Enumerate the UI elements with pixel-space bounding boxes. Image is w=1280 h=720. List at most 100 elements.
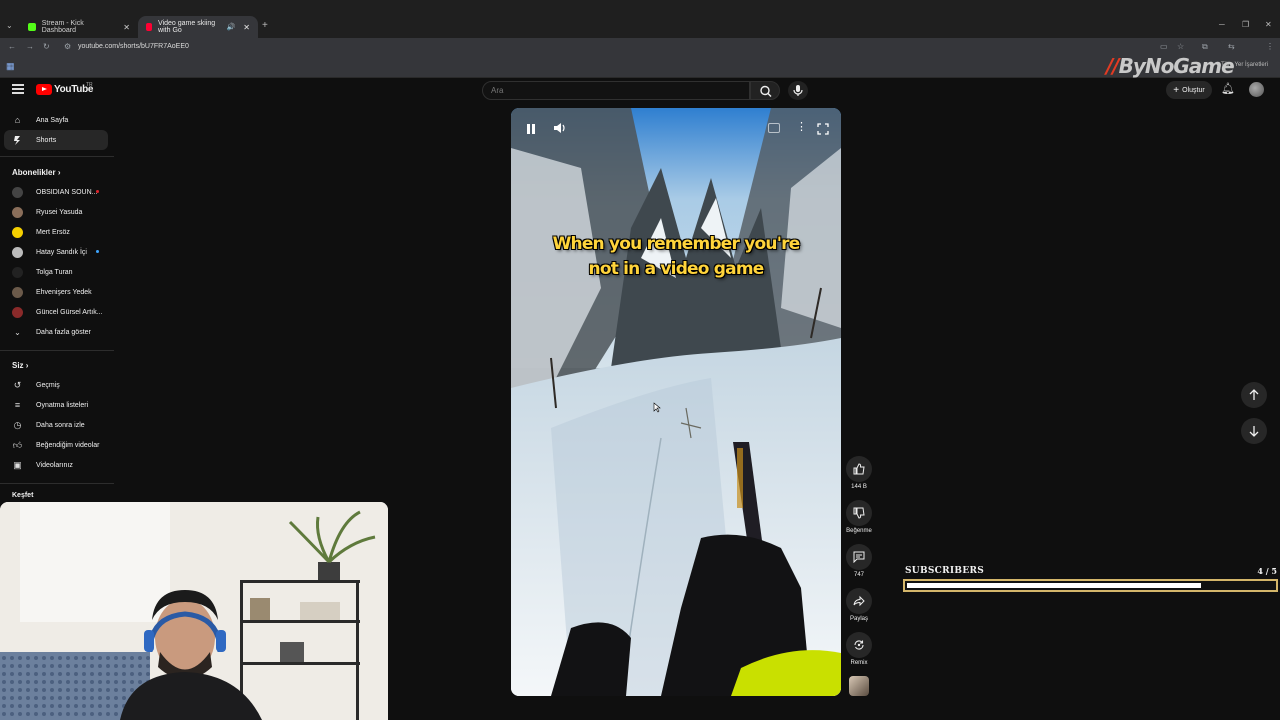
tab-close-icon[interactable]: ✕ xyxy=(123,23,130,32)
comment-icon xyxy=(853,551,865,563)
subscriptions-heading[interactable]: Abonelikler › xyxy=(12,168,60,177)
channel-avatar xyxy=(12,246,23,258)
show-more-button[interactable]: ⌄ Daha fazla göster xyxy=(4,322,108,342)
tab-close-icon[interactable]: ✕ xyxy=(243,23,250,32)
chevron-right-icon: › xyxy=(57,168,61,177)
sidebar-item-channel[interactable]: Ehvenişers Yedek xyxy=(4,282,108,302)
sidebar-item-label: Güncel Gürsel Artık... xyxy=(36,308,103,316)
bookmarks-bar xyxy=(0,58,1280,78)
next-short-button[interactable] xyxy=(1241,418,1267,444)
dislike-button[interactable] xyxy=(846,500,872,526)
subscribers-goal-count: 4 / 5 xyxy=(1257,566,1277,576)
subscribers-goal-label: SUBSCRIBERS xyxy=(905,566,985,576)
bookmark-star-icon[interactable]: ☆ xyxy=(1177,42,1184,51)
sidebar-item-channel[interactable]: Güncel Gürsel Artık... xyxy=(4,302,108,322)
plus-icon: + xyxy=(1173,84,1180,96)
sidebar-item-channel[interactable]: Tolga Turan xyxy=(4,262,108,282)
youtube-favicon-icon xyxy=(146,23,153,31)
sidebar-item-your-videos[interactable]: ▣ Videolarınız xyxy=(4,455,108,475)
microphone-icon xyxy=(793,85,803,96)
thumbs-up-icon: 👍︎ xyxy=(12,439,23,450)
new-tab-button[interactable]: + xyxy=(262,20,268,31)
search-button[interactable] xyxy=(750,81,780,100)
sidebar-item-playlists[interactable]: ≡ Oynatma listeleri xyxy=(4,395,108,415)
playlist-icon: ≡ xyxy=(14,400,21,410)
channel-avatar[interactable] xyxy=(849,676,869,696)
reload-icon[interactable]: ↻ xyxy=(43,42,50,51)
sidebar-item-shorts[interactable]: Shorts xyxy=(4,130,108,150)
shorts-icon xyxy=(12,135,23,146)
sidebar-item-label: Oynatma listeleri xyxy=(36,401,89,409)
dislike-label: Beğenme xyxy=(846,528,872,534)
forward-icon[interactable]: → xyxy=(26,42,34,51)
sidebar-item-channel[interactable]: OBSIDIAN SOUN... xyxy=(4,182,108,202)
profile-icon[interactable]: ⇆ xyxy=(1228,42,1235,51)
webcam-scene xyxy=(0,502,388,720)
ski-scene xyxy=(511,108,841,696)
previous-short-button[interactable] xyxy=(1241,382,1267,408)
sidebar-item-label: Hatay Sandık İçi xyxy=(36,248,87,256)
home-icon: ⌂ xyxy=(14,115,21,125)
voice-search-button[interactable] xyxy=(788,81,808,100)
more-options-icon[interactable]: ⋮ xyxy=(796,120,807,133)
sidebar-item-history[interactable]: ↺ Geçmiş xyxy=(4,375,108,395)
sidebar-item-label: Ana Sayfa xyxy=(36,116,69,124)
sidebar-item-label: Tolga Turan xyxy=(36,268,73,276)
notifications-bell-icon[interactable]: 🔔︎ xyxy=(1221,82,1235,95)
restore-icon[interactable]: ❐ xyxy=(1242,20,1249,29)
sidebar-item-channel[interactable]: Mert Ersöz xyxy=(4,222,108,242)
cast-icon[interactable]: ▭ xyxy=(1160,42,1168,51)
sidebar-item-label: Ehvenişers Yedek xyxy=(36,288,92,296)
extensions-icon[interactable]: ⧉ xyxy=(1202,42,1208,52)
apps-grid-icon[interactable]: ▦ xyxy=(6,61,15,72)
youtube-logo-icon[interactable] xyxy=(36,84,52,95)
browser-tab-kick[interactable]: Stream - Kick Dashboard ✕ xyxy=(20,16,138,38)
channel-avatar xyxy=(12,186,23,198)
sidebar-item-home[interactable]: ⌂ Ana Sayfa xyxy=(4,110,108,130)
short-video-player[interactable]: ⋮ When you remember you're not in a vide… xyxy=(511,108,841,696)
sidebar-item-liked-videos[interactable]: 👍︎ Beğendiğim videolar xyxy=(4,435,108,455)
tab-search-icon[interactable]: ⌄ xyxy=(6,21,13,30)
browser-tab-youtube[interactable]: Video game skiing with Go 🔊 ✕ xyxy=(138,16,258,38)
create-button[interactable]: + Oluştur xyxy=(1166,81,1212,99)
comments-button[interactable] xyxy=(846,544,872,570)
history-icon: ↺ xyxy=(13,379,22,390)
menu-dots-icon[interactable]: ⋮ xyxy=(1266,42,1274,51)
url-field[interactable]: youtube.com/shorts/bU7FR7AoEE0 xyxy=(78,43,189,50)
channel-avatar xyxy=(12,286,23,298)
chevron-right-icon: › xyxy=(25,361,29,370)
explore-heading: Keşfet xyxy=(12,492,34,499)
pause-icon[interactable] xyxy=(525,122,537,134)
account-avatar[interactable] xyxy=(1249,82,1264,97)
speaker-icon[interactable]: 🔊 xyxy=(227,23,236,31)
mouse-cursor-icon xyxy=(653,400,661,418)
remix-button[interactable] xyxy=(846,632,872,658)
sidebar-item-channel[interactable]: Hatay Sandık İçi xyxy=(4,242,108,262)
back-icon[interactable]: ← xyxy=(8,42,16,51)
sidebar-divider xyxy=(0,350,114,351)
streamer-webcam xyxy=(0,502,388,720)
like-button[interactable] xyxy=(846,456,872,482)
search-icon xyxy=(760,85,772,97)
minimize-icon[interactable]: ─ xyxy=(1219,20,1225,29)
close-window-icon[interactable]: ✕ xyxy=(1265,20,1272,29)
sidebar-divider xyxy=(0,156,114,157)
volume-icon[interactable] xyxy=(553,121,567,135)
video-icon: ▣ xyxy=(13,459,22,470)
sidebar-item-channel[interactable]: Ryusei Yasuda xyxy=(4,202,108,222)
sidebar-item-label: Videolarınız xyxy=(36,461,73,469)
hamburger-menu-icon[interactable] xyxy=(12,84,24,94)
like-count: 144 B xyxy=(851,484,867,490)
remix-icon xyxy=(854,640,864,650)
sidebar-divider xyxy=(0,483,114,484)
arrow-down-icon xyxy=(1249,426,1259,437)
search-input[interactable]: Ara xyxy=(482,81,750,100)
sidebar-item-watch-later[interactable]: ◷ Daha sonra izle xyxy=(4,415,108,435)
share-button[interactable] xyxy=(846,588,872,614)
site-info-icon[interactable]: ⚙ xyxy=(64,42,71,51)
thumbs-up-icon xyxy=(853,463,865,475)
fullscreen-icon[interactable] xyxy=(817,122,829,140)
captions-icon[interactable] xyxy=(768,123,780,133)
tab-title: Stream - Kick Dashboard xyxy=(41,20,84,34)
you-heading[interactable]: Siz › xyxy=(12,361,28,370)
